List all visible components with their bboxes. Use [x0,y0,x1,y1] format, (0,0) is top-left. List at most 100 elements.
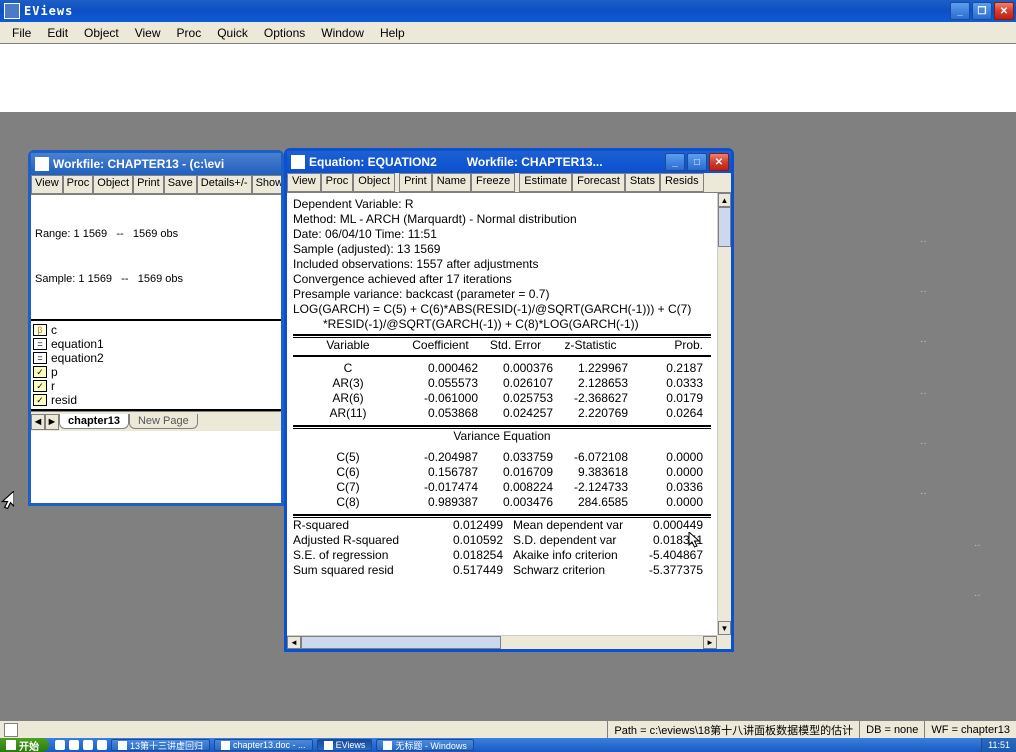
menu-edit[interactable]: Edit [39,24,76,42]
wf-item-resid[interactable]: ✓resid [33,393,279,407]
taskbar: 开始 13第十三讲虚回归 chapter13.doc - ... EViews … [0,738,1016,752]
eq-btn-resids[interactable]: Resids [660,173,704,192]
eq-close-button[interactable]: ✕ [709,153,729,171]
cell: R-squared [293,518,433,533]
wf-item-r[interactable]: ✓r [33,379,279,393]
quick-icon[interactable] [55,740,65,750]
status-checkbox[interactable] [4,723,18,737]
scroll-corner [717,635,731,649]
wf-btn-show[interactable]: Show [252,175,281,194]
eq-line: *RESID(-1)/@SQRT(GARCH(-1)) + C(8)*LOG(G… [293,317,711,332]
wf-btn-proc[interactable]: Proc [63,175,94,194]
task-label: EViews [336,740,366,750]
menu-view[interactable]: View [127,24,169,42]
menu-help[interactable]: Help [372,24,413,42]
task-button[interactable]: chapter13.doc - ... [214,739,313,751]
stats-row: R-squared0.012499Mean dependent var0.000… [293,518,711,533]
workfile-titlebar[interactable]: Workfile: CHAPTER13 - (c:\evi [31,153,281,175]
quick-icon[interactable] [83,740,93,750]
wf-item-c[interactable]: βc [33,323,279,337]
workfile-toolbar: View Proc Object Print Save Details+/- S… [31,175,281,195]
eq-line: Presample variance: backcast (parameter … [293,287,711,302]
menu-file[interactable]: File [4,24,39,42]
wf-btn-print[interactable]: Print [133,175,164,194]
cell: C(5) [293,450,403,465]
eq-btn-forecast[interactable]: Forecast [572,173,625,192]
cell: 0.025753 [478,391,553,406]
cell: 0.016709 [478,465,553,480]
restore-button[interactable]: ❐ [972,2,992,20]
scroll-left-button[interactable]: ◄ [287,636,301,649]
cell: 0.053868 [403,406,478,421]
cell: C [293,361,403,376]
table-row: C(6)0.1567870.0167099.3836180.0000 [293,465,711,480]
cell: -2.368627 [553,391,628,406]
eq-btn-name[interactable]: Name [432,173,471,192]
menu-quick[interactable]: Quick [209,24,256,42]
eq-btn-print[interactable]: Print [399,173,432,192]
vertical-scrollbar[interactable]: ▲ ▼ [717,193,731,635]
cell: 9.383618 [553,465,628,480]
task-button[interactable]: 无标题 - Windows [376,739,474,751]
equation-titlebar[interactable]: Equation: EQUATION2 Workfile: CHAPTER13.… [287,151,731,173]
cell: 0.0179 [628,391,703,406]
tab-scroll-left[interactable]: ◄ [31,414,45,430]
wf-btn-view[interactable]: View [31,175,63,194]
scroll-thumb-h[interactable] [301,636,501,649]
task-button[interactable]: 13第十三讲虚回归 [111,739,210,751]
menu-object[interactable]: Object [76,24,127,42]
tab-scroll-right[interactable]: ► [45,414,59,430]
bg-dot: ·· [920,438,927,449]
start-button[interactable]: 开始 [0,738,49,752]
eq-btn-stats[interactable]: Stats [625,173,660,192]
app-icon [383,741,392,750]
cell: 0.156787 [403,465,478,480]
status-path: Path = c:\eviews\18第十八讲面板数据模型的估计 [607,721,859,738]
tab-new-page[interactable]: New Page [129,414,198,429]
quick-icon[interactable] [69,740,79,750]
scroll-down-button[interactable]: ▼ [718,621,731,635]
eviews-icon [324,741,333,750]
table-row: C0.0004620.0003761.2299670.2187 [293,361,711,376]
eq-line: Date: 06/04/10 Time: 11:51 [293,227,711,242]
eq-btn-estimate[interactable]: Estimate [519,173,572,192]
cell: -0.017474 [403,480,478,495]
equation-window-icon [291,155,305,169]
menu-proc[interactable]: Proc [169,24,210,42]
col-zstat: z-Statistic [553,338,628,353]
eq-btn-proc[interactable]: Proc [321,173,354,192]
wf-item-label: resid [51,393,77,407]
bg-dot: ·· [920,236,927,247]
eq-btn-object[interactable]: Object [353,173,395,192]
eq-maximize-button[interactable]: □ [687,153,707,171]
wf-btn-object[interactable]: Object [93,175,133,194]
wf-btn-save[interactable]: Save [164,175,197,194]
cell: 2.220769 [553,406,628,421]
eq-btn-view[interactable]: View [287,173,321,192]
eq-minimize-button[interactable]: _ [665,153,685,171]
cell: 0.026107 [478,376,553,391]
wf-item-eq1[interactable]: =equation1 [33,337,279,351]
minimize-button[interactable]: _ [950,2,970,20]
tab-chapter13[interactable]: chapter13 [59,414,129,429]
eq-line: Method: ML - ARCH (Marquardt) - Normal d… [293,212,711,227]
scroll-right-button[interactable]: ► [703,636,717,649]
system-tray[interactable]: 11:51 [981,738,1016,752]
eq-btn-freeze[interactable]: Freeze [471,173,515,192]
variance-title: Variance Equation [293,429,711,444]
horizontal-scrollbar[interactable]: ◄ ► [287,635,717,649]
cell: C(6) [293,465,403,480]
close-button[interactable]: ✕ [994,2,1014,20]
cell: AR(11) [293,406,403,421]
wf-item-p[interactable]: ✓p [33,365,279,379]
task-button[interactable]: EViews [317,739,373,751]
scroll-thumb[interactable] [718,207,731,247]
menu-options[interactable]: Options [256,24,313,42]
scroll-up-button[interactable]: ▲ [718,193,731,207]
wf-item-eq2[interactable]: =equation2 [33,351,279,365]
cursor-icon [0,491,14,509]
quick-icon[interactable] [97,740,107,750]
menu-window[interactable]: Window [313,24,372,42]
wf-btn-details[interactable]: Details+/- [197,175,252,194]
cell: AR(3) [293,376,403,391]
